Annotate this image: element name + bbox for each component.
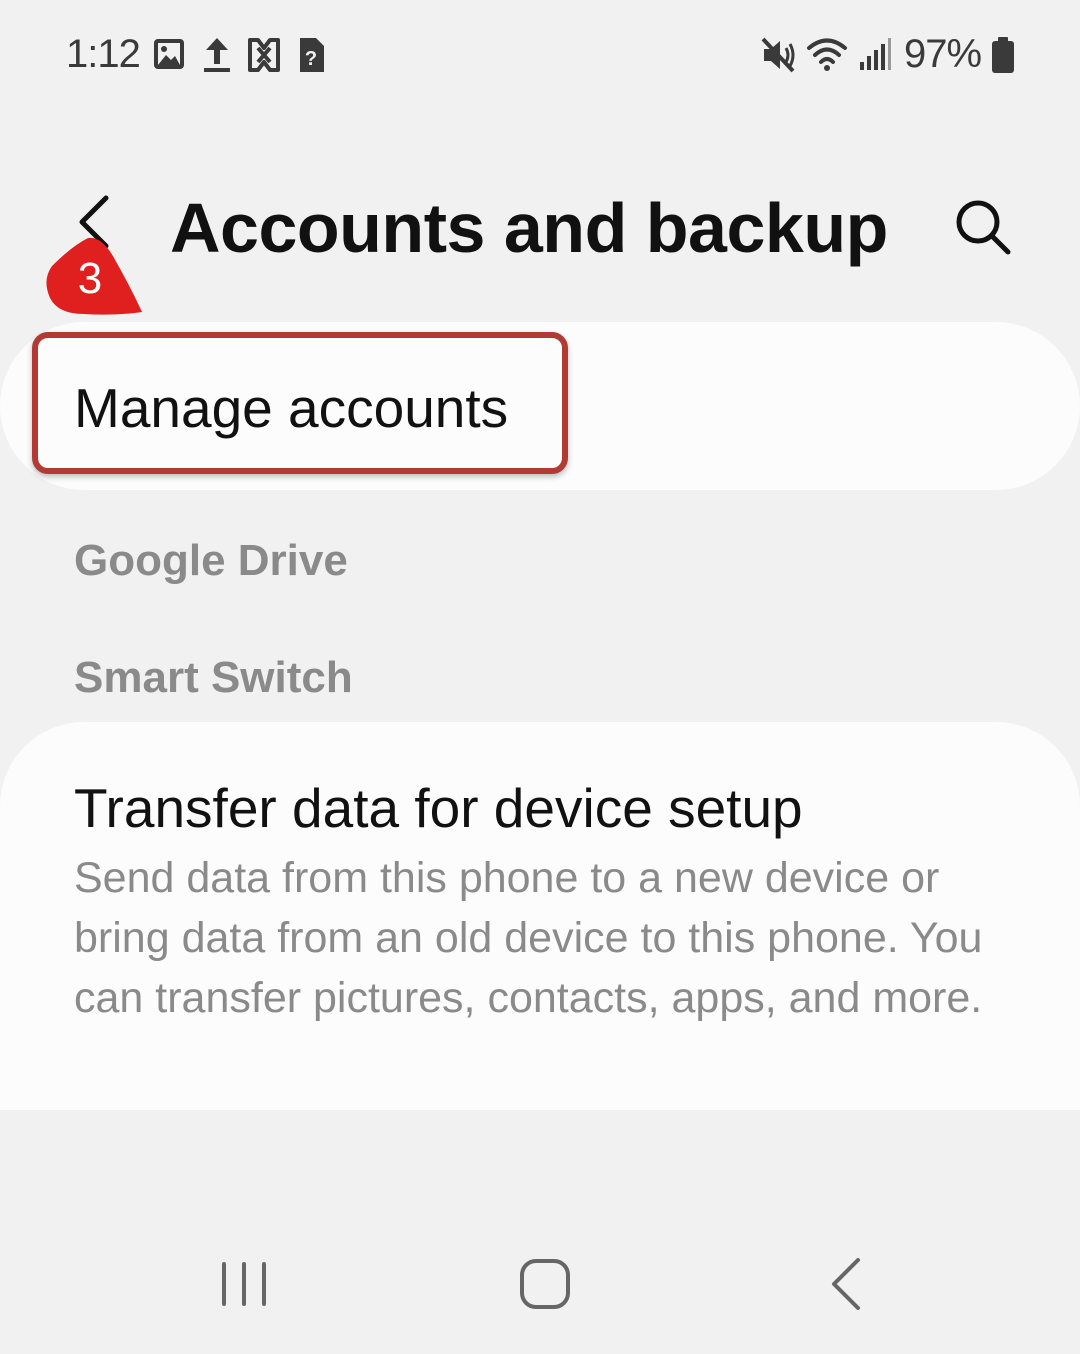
signal-icon xyxy=(860,38,891,70)
svg-text:?: ? xyxy=(305,48,317,70)
unknown-app-icon: ? xyxy=(300,38,324,72)
screen: 1:12 ? 97% Accounts and backup 3 Manage … xyxy=(0,0,1080,1354)
step-number: 3 xyxy=(77,254,103,303)
battery-icon xyxy=(992,37,1014,73)
transfer-title[interactable]: Transfer data for device setup xyxy=(74,776,803,840)
home-icon[interactable] xyxy=(518,1252,572,1316)
upload-icon xyxy=(204,38,230,72)
status-time: 1:12 xyxy=(66,32,141,76)
status-bar: 1:12 ? 97% xyxy=(0,28,1080,82)
mute-icon xyxy=(761,37,795,73)
link-app-icon xyxy=(248,38,280,72)
battery-percent: 97% xyxy=(904,32,982,76)
nav-back-icon[interactable] xyxy=(824,1252,868,1316)
page-title: Accounts and backup xyxy=(170,189,888,267)
transfer-description: Send data from this phone to a new devic… xyxy=(74,854,983,1022)
recents-icon[interactable] xyxy=(216,1252,272,1316)
google-drive-header: Google Drive xyxy=(74,536,348,585)
search-icon[interactable] xyxy=(952,196,1014,258)
smart-switch-header: Smart Switch xyxy=(74,653,353,702)
wifi-icon xyxy=(807,38,847,71)
gallery-icon xyxy=(154,39,184,69)
highlight-box xyxy=(32,332,568,474)
